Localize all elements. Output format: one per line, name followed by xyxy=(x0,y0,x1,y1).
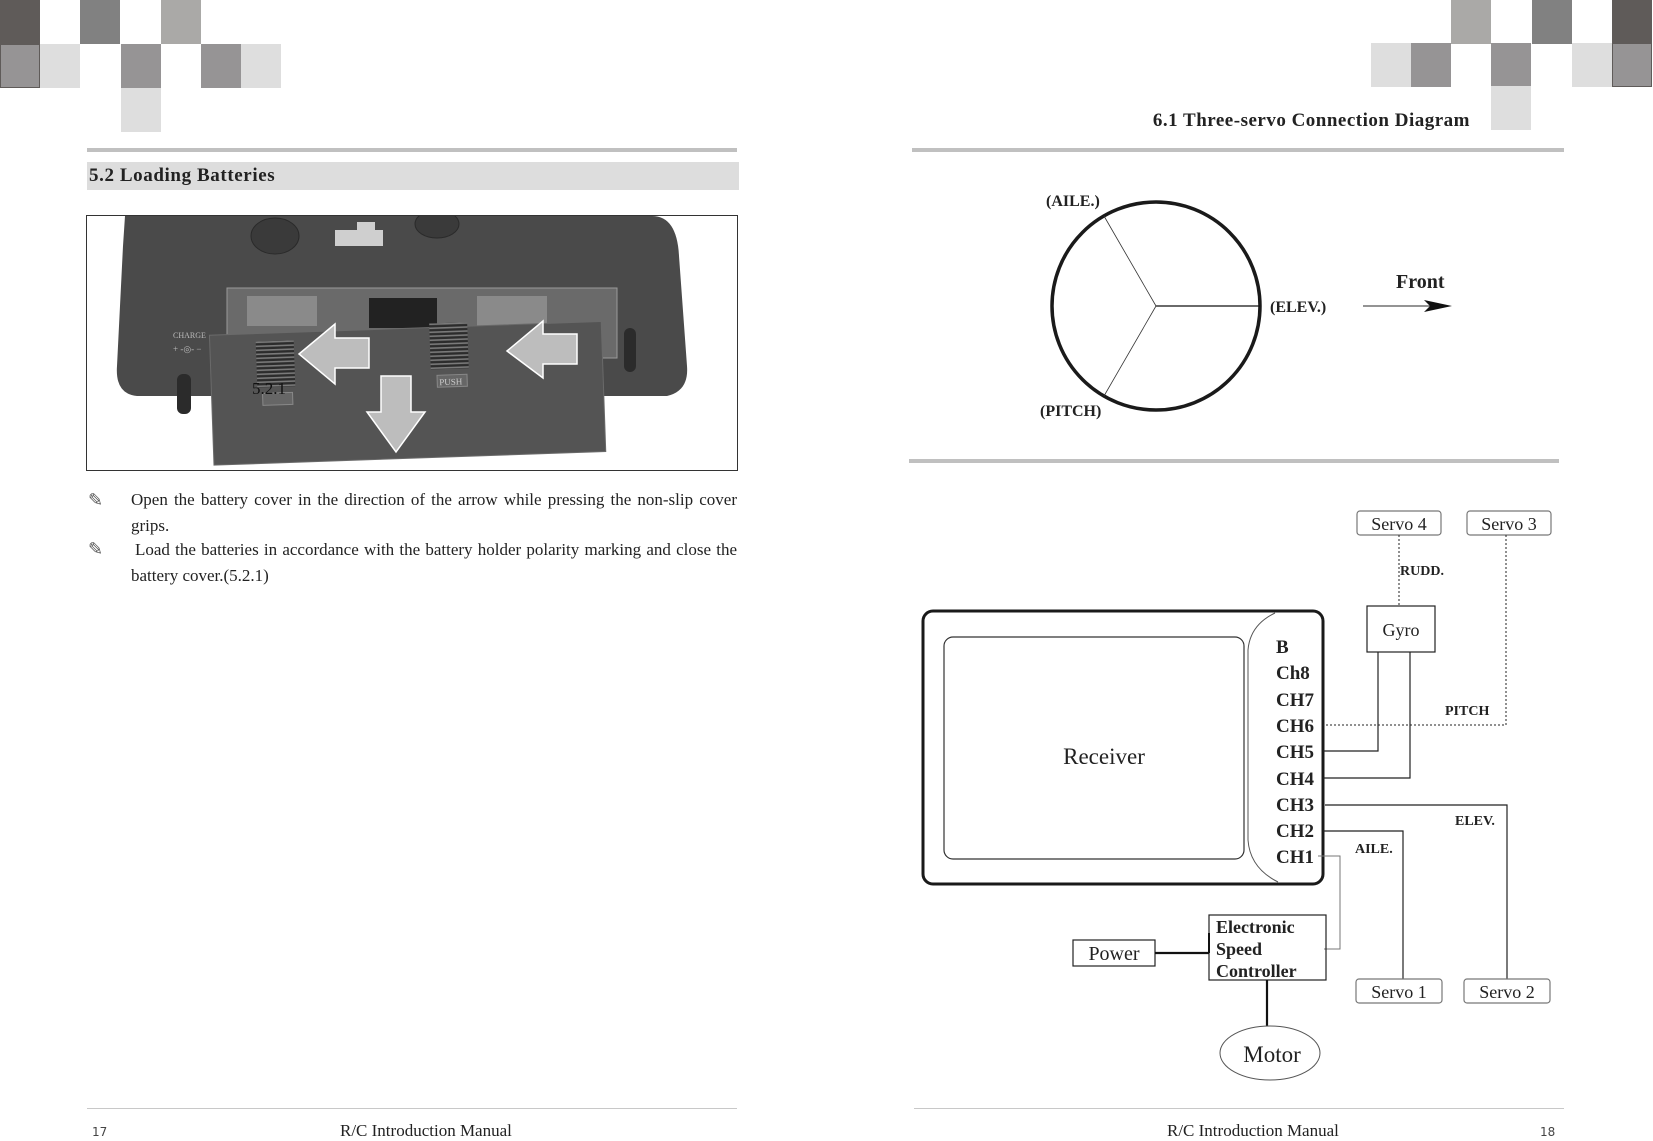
decor-square xyxy=(0,44,40,88)
decor-square xyxy=(1572,43,1612,87)
decor-square xyxy=(1491,86,1531,130)
header-rule xyxy=(87,148,737,152)
battery-holder xyxy=(247,296,317,326)
header-rule xyxy=(912,148,1564,152)
front-label: Front xyxy=(1396,271,1445,293)
battery-cover-photo: CHARGE + -◎- − PUSH 5.2.1 xyxy=(86,215,738,471)
decor-square xyxy=(1371,43,1411,87)
pencil-icon: ✎ xyxy=(88,490,104,510)
gyro-ch4-wire xyxy=(1323,652,1411,779)
decor-square xyxy=(201,44,241,88)
esc-label-line: Electronic xyxy=(1216,917,1295,937)
channel-label-ch7: CH7 xyxy=(1276,690,1315,711)
cover-grip-right xyxy=(429,322,469,370)
battery-connector xyxy=(369,298,437,328)
pitch-label: PITCH xyxy=(1445,704,1489,719)
decor-square xyxy=(121,88,161,132)
esc-label-line: Controller xyxy=(1216,961,1297,981)
aile-label: AILE. xyxy=(1355,842,1393,857)
page-number: 17 xyxy=(92,1125,108,1139)
channel-label-ch6: CH6 xyxy=(1276,716,1314,737)
decor-square xyxy=(80,0,120,44)
decor-square xyxy=(1532,0,1572,44)
bullet-text: Load the batteries in accordance with th… xyxy=(131,540,737,585)
body-latch xyxy=(357,222,375,234)
side-clip xyxy=(624,328,636,372)
pitch-label: (PITCH) xyxy=(1040,403,1101,420)
servo-2-label: Servo 2 xyxy=(1479,982,1535,1002)
decor-square xyxy=(1411,43,1451,87)
push-text: PUSH xyxy=(439,376,463,387)
channel-label-ch3: CH3 xyxy=(1276,795,1314,816)
esc-label-line: Speed xyxy=(1216,939,1262,959)
pitch-spoke xyxy=(1103,305,1157,397)
page-number: 18 xyxy=(1540,1125,1556,1139)
channel-label-ch4: CH4 xyxy=(1276,769,1315,790)
section-title: 6.1 Three-servo Connection Diagram xyxy=(1152,110,1470,131)
swashplate-diagram: (AILE.) (ELEV.) (PITCH) Front xyxy=(1040,193,1452,420)
body-knob xyxy=(250,217,300,255)
decor-square xyxy=(1612,43,1652,87)
battery-cover-illustration: CHARGE + -◎- − PUSH 5.2.1 xyxy=(116,216,688,466)
elev-label: (ELEV.) xyxy=(1270,299,1326,316)
decor-square xyxy=(121,44,161,88)
channel-label-ch2: CH2 xyxy=(1276,821,1314,842)
channel-label-ch1: CH1 xyxy=(1276,847,1314,868)
decor-square xyxy=(0,0,40,44)
divider-rule xyxy=(909,459,1559,463)
decor-square xyxy=(161,0,201,44)
charge-label: CHARGE xyxy=(173,331,206,340)
servo-4-label: Servo 4 xyxy=(1371,514,1427,534)
decor-square xyxy=(241,44,281,88)
footer-title: R/C Introduction Manual xyxy=(340,1121,512,1140)
section-title: 5.2 Loading Batteries xyxy=(87,162,739,190)
channel-label-ch5: CH5 xyxy=(1276,742,1314,763)
decor-square xyxy=(1612,0,1652,44)
servo-3-label: Servo 3 xyxy=(1481,514,1537,534)
footer-rule xyxy=(87,1108,737,1109)
bullet-text: Open the battery cover in the direction … xyxy=(131,490,737,535)
footer-rule xyxy=(914,1108,1564,1109)
channel-label-ch8: Ch8 xyxy=(1276,663,1310,684)
receiver-label: Receiver xyxy=(1063,744,1145,769)
servo-1-label: Servo 1 xyxy=(1371,982,1427,1002)
decor-square xyxy=(1451,0,1491,44)
aile-label: (AILE.) xyxy=(1046,193,1100,210)
wiring-diagram: Receiver B Ch8 CH7 CH6 CH5 CH4 CH3 CH2 C… xyxy=(921,510,1552,1081)
side-clip xyxy=(177,374,191,414)
battery-holder xyxy=(477,296,547,326)
power-label: Power xyxy=(1088,943,1139,965)
footer-title: R/C Introduction Manual xyxy=(1167,1121,1339,1140)
elev-label: ELEV. xyxy=(1455,814,1495,829)
gyro-label: Gyro xyxy=(1383,620,1420,640)
rudd-label: RUDD. xyxy=(1400,564,1444,579)
aile-spoke xyxy=(1103,215,1157,307)
motor-label: Motor xyxy=(1243,1042,1301,1067)
channel-strip-outline xyxy=(1247,612,1279,883)
decor-square xyxy=(40,44,80,88)
gyro-ch5-wire xyxy=(1323,652,1379,752)
channel-labels: B Ch8 CH7 CH6 CH5 CH4 CH3 CH2 CH1 xyxy=(1276,637,1315,868)
decor-square xyxy=(1491,43,1531,87)
channel-label-b: B xyxy=(1276,637,1289,658)
charge-polarity-label: + -◎- − xyxy=(173,344,202,354)
figure-label: 5.2.1 xyxy=(252,379,286,398)
esc-signal-wire xyxy=(1318,855,1341,950)
pencil-icon: ✎ xyxy=(88,539,104,559)
